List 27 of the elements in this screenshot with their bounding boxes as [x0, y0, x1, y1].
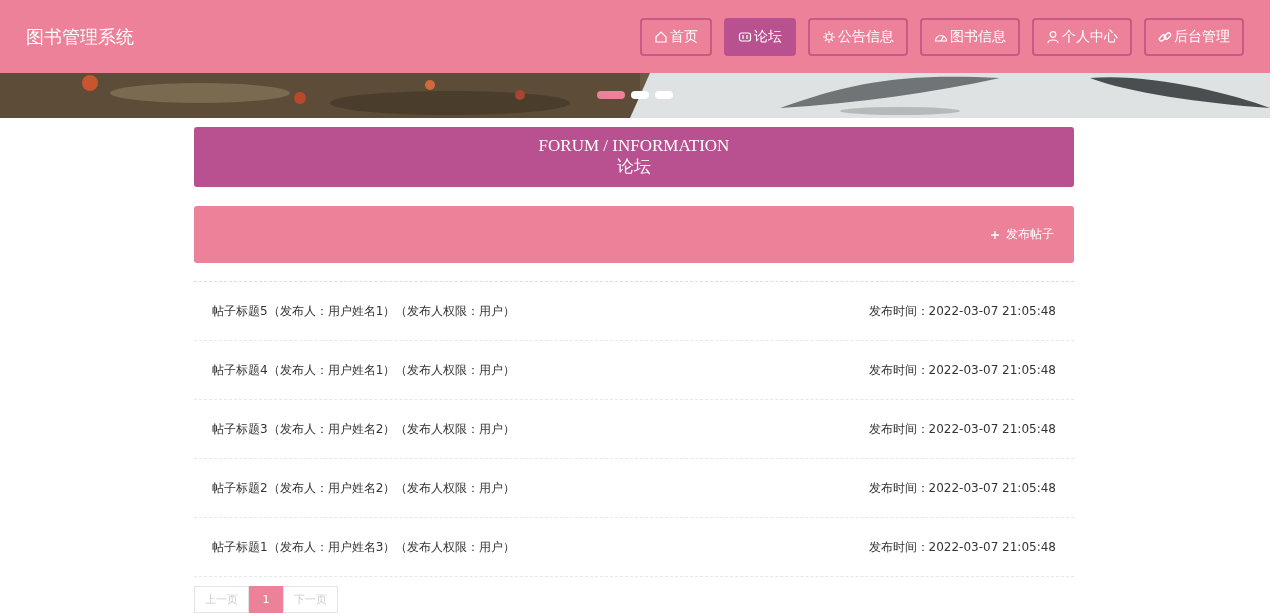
- post-time: 发布时间：2022-03-07 21:05:48: [868, 420, 1056, 438]
- gear-icon: [822, 29, 836, 44]
- section-title-en: FORUM / INFORMATION: [538, 136, 730, 156]
- post-time: 发布时间：2022-03-07 21:05:48: [868, 361, 1056, 379]
- post-title[interactable]: 帖子标题2（发布人：用户姓名2）（发布人权限：用户）: [212, 479, 516, 497]
- publish-button[interactable]: 发布帖子: [988, 222, 1056, 247]
- plus-icon: [990, 229, 1000, 240]
- post-time: 发布时间：2022-03-07 21:05:48: [868, 538, 1056, 556]
- page-number-button[interactable]: 1: [249, 586, 283, 613]
- nav-tab[interactable]: 个人中心: [1032, 17, 1132, 56]
- link-icon: [1158, 29, 1172, 44]
- post-title[interactable]: 帖子标题3（发布人：用户姓名2）（发布人权限：用户）: [212, 420, 516, 438]
- nav-tab[interactable]: 首页: [640, 17, 712, 56]
- post-time: 发布时间：2022-03-07 21:05:48: [868, 302, 1056, 320]
- nav-tab[interactable]: 图书信息: [920, 17, 1020, 56]
- section-title-cn: 论坛: [617, 156, 651, 178]
- nav-tab[interactable]: 论坛: [724, 17, 796, 56]
- nav-tab[interactable]: 公告信息: [808, 17, 908, 56]
- home-icon: [654, 29, 668, 44]
- user-icon: [1046, 29, 1060, 44]
- post-time: 发布时间：2022-03-07 21:05:48: [868, 479, 1056, 497]
- chat-icon: [738, 29, 752, 44]
- post-title[interactable]: 帖子标题4（发布人：用户姓名1）（发布人权限：用户）: [212, 361, 516, 379]
- post-title[interactable]: 帖子标题1（发布人：用户姓名3）（发布人权限：用户）: [212, 538, 516, 556]
- site-title: 图书管理系统: [26, 24, 134, 49]
- post-title[interactable]: 帖子标题5（发布人：用户姓名1）（发布人权限：用户）: [212, 302, 516, 320]
- nav-tab[interactable]: 后台管理: [1144, 17, 1244, 56]
